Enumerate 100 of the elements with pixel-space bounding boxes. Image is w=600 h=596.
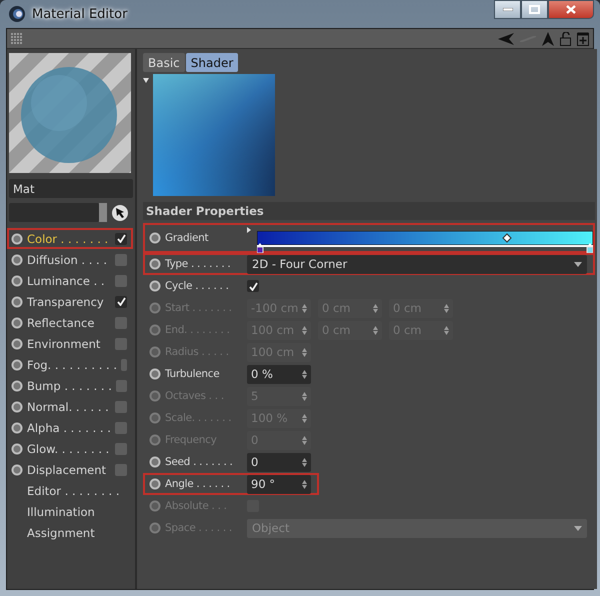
- channel-item[interactable]: Normal. . . . . .: [27, 400, 111, 414]
- check-icon: [116, 234, 126, 243]
- radio-icon[interactable]: [11, 380, 23, 392]
- window-title: Material Editor: [32, 6, 128, 22]
- channel-checkbox[interactable]: [115, 338, 127, 350]
- channel-checkbox[interactable]: [115, 232, 127, 244]
- tab[interactable]: Shader: [186, 53, 238, 72]
- radio-icon[interactable]: [149, 522, 161, 534]
- radio-icon[interactable]: [149, 368, 161, 380]
- type-dropdown[interactable]: 2D - Four Corner: [247, 254, 587, 274]
- dropdown-arrow-icon[interactable]: [574, 262, 582, 266]
- radio-icon[interactable]: [149, 390, 161, 402]
- spinner-icon[interactable]: [373, 304, 378, 312]
- expand-arrow-icon[interactable]: [247, 227, 251, 233]
- field-arrow-button[interactable]: [99, 203, 107, 222]
- property-label: Seed . . . . . . .: [165, 456, 234, 468]
- channel-checkbox[interactable]: [115, 316, 127, 328]
- channel-item[interactable]: Fog. . . . . . . . . .: [27, 358, 117, 372]
- check-icon: [116, 297, 126, 306]
- radio-icon[interactable]: [149, 456, 161, 468]
- channel-item[interactable]: Alpha . . . . . . .: [27, 420, 111, 434]
- channel-item[interactable]: Displacement: [27, 462, 111, 476]
- number-field[interactable]: 90 °: [247, 474, 311, 494]
- spinner-icon[interactable]: [302, 480, 307, 488]
- maximize-button[interactable]: [521, 0, 548, 19]
- radio-icon[interactable]: [11, 338, 23, 350]
- lock-icon[interactable]: [560, 32, 571, 46]
- channel-item[interactable]: Assignment: [27, 526, 127, 540]
- radio-icon[interactable]: [11, 296, 23, 308]
- radio-icon[interactable]: [149, 434, 161, 446]
- spinner-icon[interactable]: [373, 326, 378, 334]
- radio-icon[interactable]: [149, 258, 161, 270]
- radio-icon[interactable]: [11, 464, 23, 476]
- channel-item[interactable]: Illumination: [27, 504, 127, 518]
- channel-checkbox[interactable]: [116, 380, 127, 392]
- spinner-icon[interactable]: [302, 304, 307, 312]
- gradient-bar[interactable]: [257, 231, 593, 253]
- tab[interactable]: Basic: [143, 53, 185, 72]
- radio-icon[interactable]: [149, 302, 161, 314]
- channel-checkbox[interactable]: [115, 254, 127, 266]
- spinner-icon[interactable]: [444, 326, 449, 334]
- radio-icon[interactable]: [11, 422, 23, 434]
- channel-item[interactable]: Luminance . .: [27, 274, 111, 288]
- spinner-icon[interactable]: [302, 326, 307, 334]
- property-label: Cycle . . . . . .: [165, 280, 230, 292]
- app-logo-icon: [8, 5, 26, 23]
- spinner-icon[interactable]: [302, 458, 307, 466]
- new-window-icon[interactable]: [577, 32, 589, 46]
- collapse-arrow-icon[interactable]: [143, 78, 149, 83]
- property-label: Type . . . . . . .: [165, 258, 232, 270]
- radio-icon[interactable]: [149, 346, 161, 358]
- option-checkbox[interactable]: [247, 280, 259, 292]
- radio-icon[interactable]: [11, 400, 23, 412]
- minimize-button[interactable]: [494, 0, 521, 19]
- channel-item[interactable]: Environment: [27, 336, 111, 350]
- channel-checkbox[interactable]: [115, 422, 127, 434]
- number-field[interactable]: 0 %: [247, 364, 311, 384]
- channel-item[interactable]: Reflectance: [27, 316, 111, 330]
- link-field[interactable]: [9, 203, 99, 222]
- pointer-icon[interactable]: [111, 204, 129, 222]
- spinner-icon[interactable]: [444, 304, 449, 312]
- radio-icon[interactable]: [149, 232, 161, 244]
- radio-icon[interactable]: [149, 412, 161, 424]
- channel-item[interactable]: Transparency: [27, 294, 111, 308]
- channel-checkbox[interactable]: [115, 296, 127, 308]
- channel-checkbox[interactable]: [115, 274, 127, 286]
- channel-item[interactable]: Bump . . . . . . .: [27, 378, 112, 392]
- radio-icon[interactable]: [11, 442, 23, 454]
- close-icon: [566, 5, 576, 14]
- radio-icon[interactable]: [149, 500, 161, 512]
- dropdown-arrow-icon[interactable]: [574, 526, 582, 530]
- channel-item[interactable]: Editor . . . . . . . .: [27, 484, 127, 498]
- grip-icon[interactable]: [11, 32, 23, 44]
- spinner-icon[interactable]: [302, 436, 307, 444]
- channel-item[interactable]: Glow. . . . . . . .: [27, 442, 111, 456]
- radio-icon[interactable]: [11, 254, 23, 266]
- spinner-icon[interactable]: [302, 392, 307, 400]
- radio-icon[interactable]: [11, 232, 23, 244]
- spinner-icon[interactable]: [302, 414, 307, 422]
- radio-icon[interactable]: [11, 358, 23, 370]
- radio-icon[interactable]: [11, 274, 23, 286]
- channel-checkbox[interactable]: [115, 442, 127, 454]
- channel-checkbox[interactable]: [121, 358, 127, 370]
- close-button[interactable]: [548, 0, 594, 19]
- channel-item[interactable]: Diffusion . . . .: [27, 252, 111, 266]
- back-arrow-icon[interactable]: [498, 32, 514, 44]
- radio-icon[interactable]: [149, 324, 161, 336]
- material-name-field[interactable]: Mat: [9, 179, 133, 198]
- channel-checkbox[interactable]: [115, 400, 127, 412]
- up-arrow-icon[interactable]: [542, 32, 554, 46]
- check-icon: [248, 282, 258, 290]
- radio-icon[interactable]: [11, 316, 23, 328]
- property-label: Angle . . . . . .: [165, 478, 231, 490]
- radio-icon[interactable]: [149, 280, 161, 292]
- radio-icon[interactable]: [149, 478, 161, 490]
- spinner-icon[interactable]: [302, 348, 307, 356]
- number-field[interactable]: 0: [247, 452, 311, 472]
- channel-item[interactable]: Color . . . . . . .: [27, 232, 111, 246]
- spinner-icon[interactable]: [302, 370, 307, 378]
- channel-checkbox[interactable]: [115, 464, 127, 476]
